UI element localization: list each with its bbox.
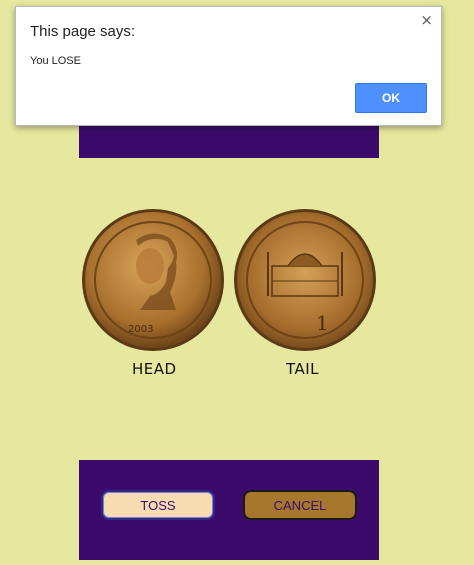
tail-label: TAIL (286, 360, 320, 378)
alert-dialog: This page says: × You LOSE OK (15, 6, 442, 126)
toss-button[interactable]: TOSS (101, 490, 215, 520)
ok-button[interactable]: OK (355, 83, 427, 113)
svg-text:1: 1 (316, 311, 329, 335)
dialog-message: You LOSE (30, 55, 81, 67)
svg-text:2003: 2003 (128, 324, 153, 335)
dialog-title: This page says: (30, 23, 136, 40)
close-icon[interactable]: × (420, 11, 433, 29)
head-coin-image: 2003 (80, 206, 226, 354)
head-label: HEAD (132, 360, 177, 378)
cancel-button[interactable]: CANCEL (243, 490, 357, 520)
tail-coin-image: 1 (232, 206, 378, 354)
